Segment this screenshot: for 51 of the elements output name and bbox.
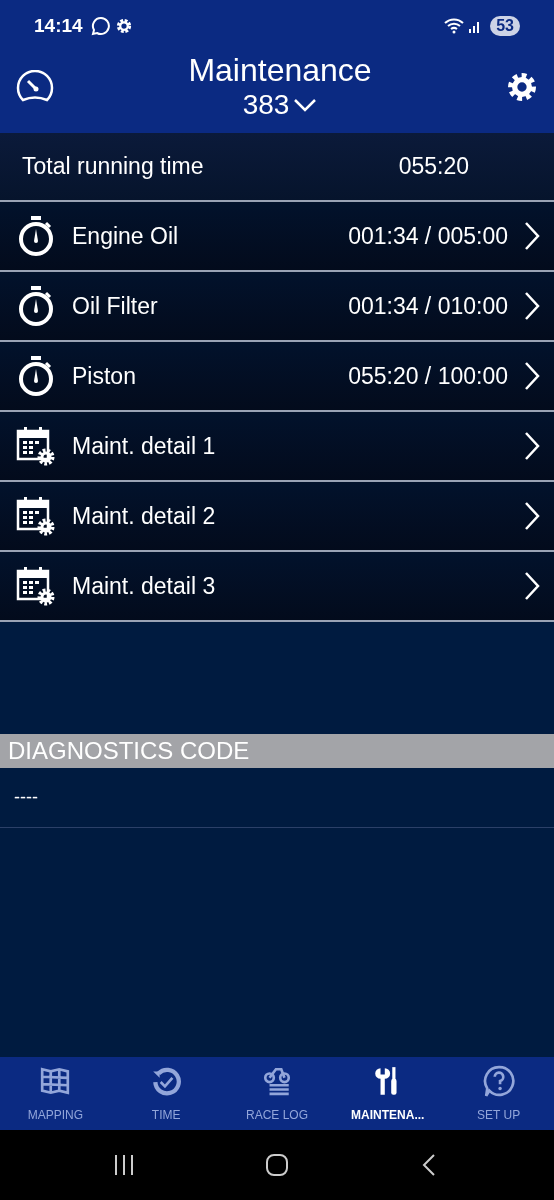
item-label: Piston — [72, 361, 136, 391]
status-time: 14:14 — [34, 13, 83, 38]
maintenance-row[interactable]: Maint. detail 3 — [0, 552, 554, 622]
chevron-right-icon — [524, 221, 540, 251]
battery-level: 53 — [490, 16, 520, 36]
maintenance-row[interactable]: Oil Filter 001:34 / 010:00 — [0, 272, 554, 342]
nav-tab[interactable]: MAPPING — [0, 1057, 111, 1130]
chevron-right-icon — [524, 361, 540, 391]
map-icon — [39, 1065, 72, 1097]
total-label: Total running time — [22, 152, 205, 182]
total-value: 055:20 — [398, 152, 469, 182]
gear-icon — [114, 17, 133, 35]
chevron-right-icon — [524, 571, 540, 601]
maintenance-row[interactable]: Piston 055:20 / 100:00 — [0, 342, 554, 412]
chevron-right-icon — [524, 501, 540, 531]
clock-icon — [150, 1065, 183, 1097]
calendar-gear-icon — [16, 565, 56, 607]
wifi-icon — [444, 18, 465, 34]
item-hours: 001:34 / 005:00 — [348, 221, 508, 251]
help-icon — [482, 1065, 515, 1097]
item-hours: 055:20 / 100:00 — [348, 361, 508, 391]
maintenance-row[interactable]: Maint. detail 2 — [0, 482, 554, 552]
maintenance-row[interactable]: Engine Oil 001:34 / 005:00 — [0, 202, 554, 272]
screen-title: Maintenance — [187, 52, 373, 88]
stopwatch-icon — [16, 355, 56, 397]
chevron-right-icon — [524, 291, 540, 321]
nav-tab[interactable]: SET UP — [443, 1057, 554, 1130]
item-label: Engine Oil — [72, 221, 179, 251]
stopwatch-icon — [16, 285, 56, 327]
nav-tab[interactable]: MAINTENA... — [332, 1057, 444, 1130]
caret-icon — [293, 98, 318, 112]
item-hours: 001:34 / 010:00 — [348, 291, 508, 321]
calendar-gear-icon — [16, 425, 56, 467]
calendar-gear-icon — [16, 495, 56, 537]
motorcycle-list-icon — [261, 1065, 293, 1097]
diagnostics-code: ---- — [14, 786, 38, 809]
model-selector[interactable]: 383 — [242, 88, 318, 122]
nav-tab[interactable]: TIME — [110, 1057, 222, 1130]
chat-icon — [90, 16, 111, 36]
item-label: Oil Filter — [72, 291, 158, 321]
stopwatch-icon — [16, 215, 56, 257]
home-icon[interactable] — [265, 1153, 289, 1177]
section-header: DIAGNOSTICS CODE — [0, 734, 554, 768]
item-label: Maint. detail 1 — [72, 431, 216, 461]
speedometer-icon[interactable] — [16, 70, 54, 104]
item-label: Maint. detail 2 — [72, 501, 216, 531]
nav-tab[interactable]: RACE LOG — [221, 1057, 333, 1130]
settings-icon[interactable] — [506, 71, 538, 103]
maintenance-row[interactable]: Maint. detail 1 — [0, 412, 554, 482]
chevron-right-icon — [524, 431, 540, 461]
item-label: Maint. detail 3 — [72, 571, 216, 601]
